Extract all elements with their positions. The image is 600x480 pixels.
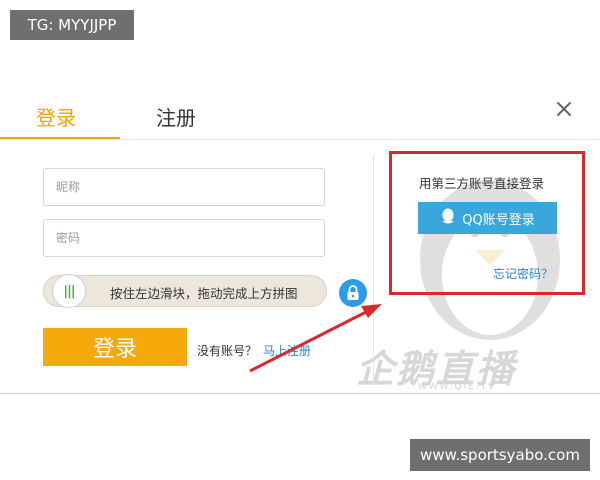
site-url-badge: www.sportsyabo.com — [410, 439, 590, 471]
bottom-border — [0, 393, 600, 394]
red-arrow — [249, 304, 382, 373]
